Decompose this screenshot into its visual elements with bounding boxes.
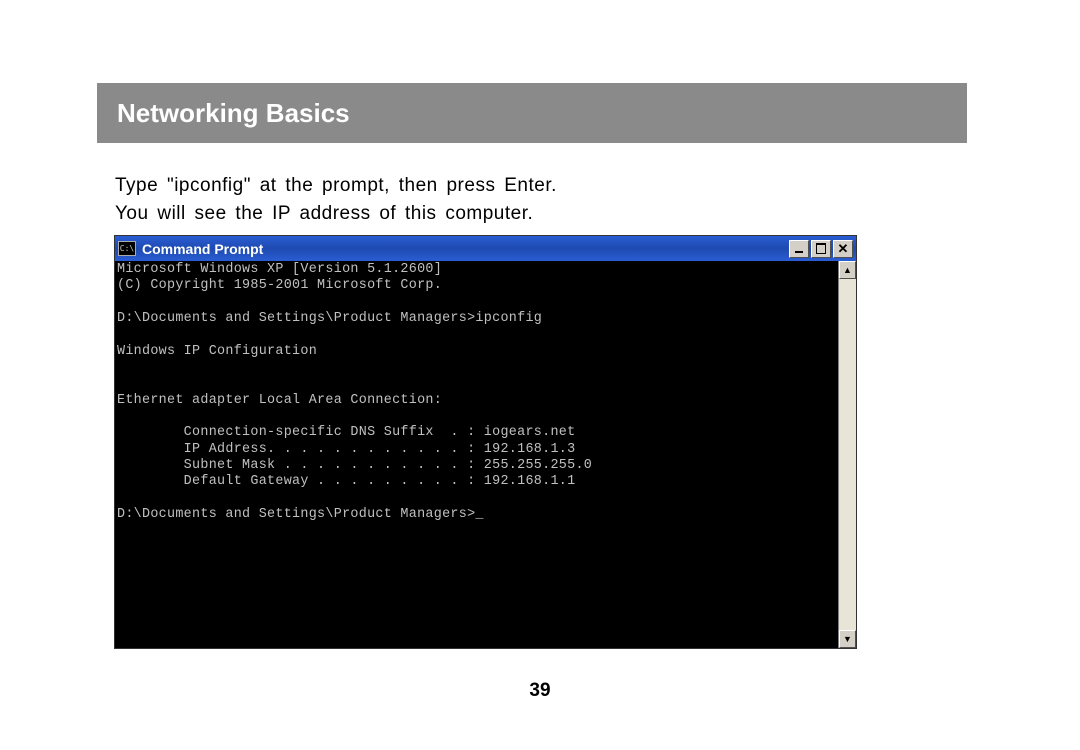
instruction-line-2: You will see the IP address of this comp… [115, 200, 855, 228]
terminal-wrapper: Microsoft Windows XP [Version 5.1.2600] … [115, 261, 856, 648]
section-title: Networking Basics [117, 98, 350, 129]
command-prompt-window: C:\ Command Prompt ✕ Microsoft Windows X… [114, 235, 857, 649]
window-title: Command Prompt [142, 241, 789, 257]
scroll-down-button[interactable]: ▼ [839, 630, 856, 648]
maximize-button[interactable] [811, 240, 831, 258]
section-header: Networking Basics [97, 83, 967, 143]
instructions-block: Type "ipconfig" at the prompt, then pres… [115, 172, 855, 227]
minimize-button[interactable] [789, 240, 809, 258]
window-controls: ✕ [789, 240, 853, 258]
scroll-track[interactable] [839, 279, 856, 630]
terminal-output[interactable]: Microsoft Windows XP [Version 5.1.2600] … [115, 261, 838, 648]
cmd-icon: C:\ [118, 241, 136, 256]
close-button[interactable]: ✕ [833, 240, 853, 258]
window-titlebar[interactable]: C:\ Command Prompt ✕ [115, 236, 856, 261]
page-number: 39 [0, 680, 1080, 702]
scroll-up-button[interactable]: ▲ [839, 261, 856, 279]
vertical-scrollbar[interactable]: ▲ ▼ [838, 261, 856, 648]
instruction-line-1: Type "ipconfig" at the prompt, then pres… [115, 172, 855, 200]
